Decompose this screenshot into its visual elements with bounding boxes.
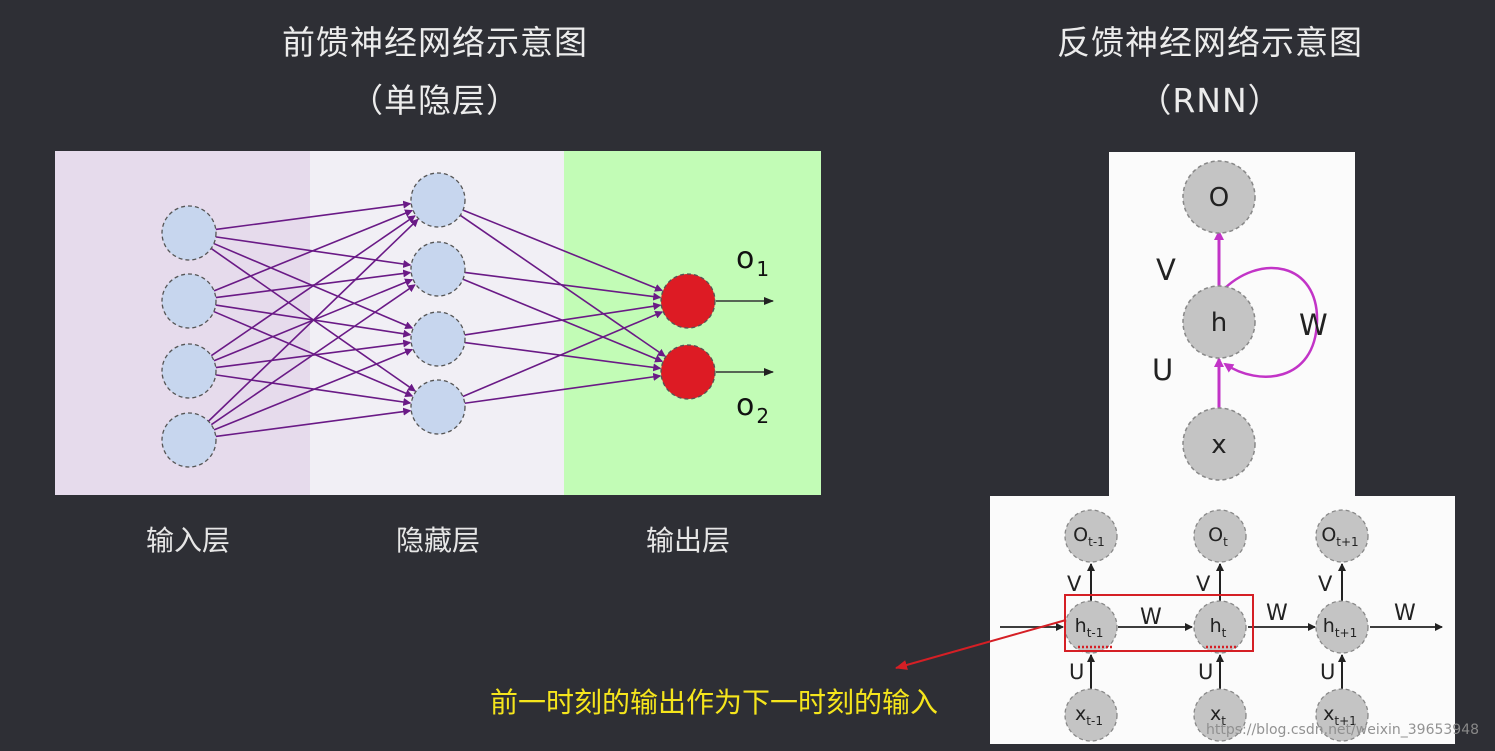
w-label: W	[1299, 308, 1328, 342]
u-label-step-2: U	[1198, 660, 1213, 684]
caption-text: 前一时刻的输出作为下一时刻的输入	[490, 686, 939, 719]
rnn-output-label: O	[1209, 183, 1229, 213]
v-label: V	[1156, 253, 1176, 287]
u-label-step-3: U	[1320, 660, 1335, 684]
input-node-4	[161, 412, 217, 468]
ffnn-title: 前馈神经网络示意图	[282, 23, 588, 62]
watermark: https://blog.csdn.net/weixin_39653948	[1206, 722, 1480, 738]
rnn-folded-diagram: O h x V U W	[1109, 152, 1355, 497]
hidden-node-4	[410, 379, 466, 435]
u-label: U	[1152, 353, 1173, 387]
rnn-title: 反馈神经网络示意图	[1057, 23, 1363, 62]
v-label-step-3: V	[1318, 572, 1333, 596]
rnn-time-steps: VUOt-1ht-1xt-1VUOthtxtVUOt+1ht+1xt+1	[1064, 509, 1369, 742]
input-node-1	[161, 205, 217, 261]
ffnn-diagram: o1 o2	[55, 151, 821, 495]
rnn-subtitle: （RNN）	[1138, 81, 1282, 120]
output-node-2	[660, 344, 716, 400]
hidden-node-2	[410, 241, 466, 297]
rnn-input-label: x	[1211, 430, 1226, 460]
input-layer-label: 输入层	[145, 524, 230, 557]
hidden-layer-label: 隐藏层	[395, 524, 480, 557]
w-label-3: W	[1394, 601, 1416, 626]
v-label-step-2: V	[1196, 572, 1211, 596]
v-label-step-1: V	[1067, 572, 1082, 596]
w-label-2: W	[1266, 601, 1288, 626]
figure-root: 前馈神经网络示意图 （单隐层） 反馈神经网络示意图 （RNN） o1 o2 输入…	[0, 0, 1495, 751]
pointer-arrow	[895, 619, 1067, 670]
input-node-2	[161, 273, 217, 329]
w-label-1: W	[1140, 605, 1162, 630]
hidden-node-3	[410, 311, 466, 367]
ffnn-subtitle: （单隐层）	[350, 81, 520, 120]
hidden-node-1	[410, 172, 466, 228]
input-node-3	[161, 343, 217, 399]
output-node-1	[660, 273, 716, 329]
caption-pointer	[895, 619, 1067, 670]
output-layer-label: 输出层	[645, 524, 730, 557]
rnn-hidden-label: h	[1211, 308, 1227, 338]
